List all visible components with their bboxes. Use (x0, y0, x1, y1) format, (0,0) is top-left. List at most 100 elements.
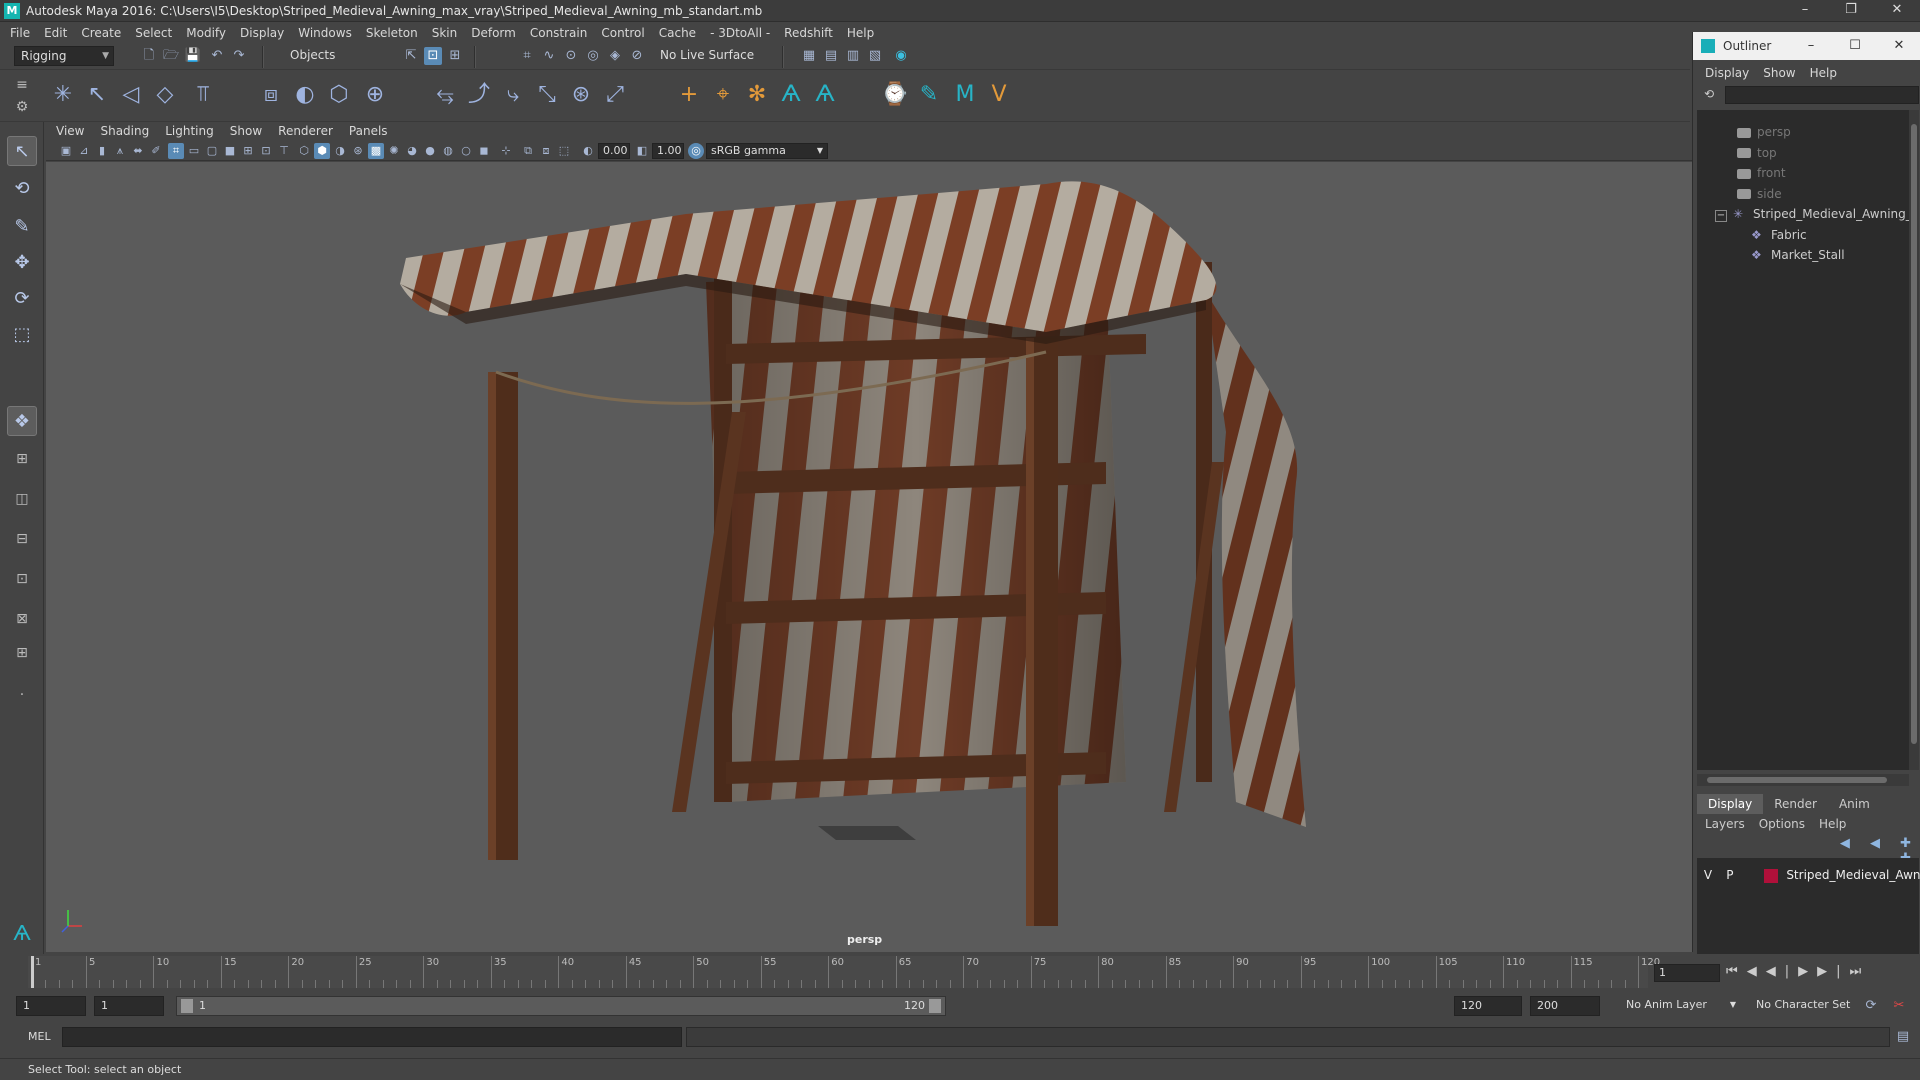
render-settings-icon[interactable]: ▦ (800, 47, 818, 65)
menu-3dtoall[interactable]: - 3DtoAll - (710, 22, 770, 44)
select-hierarchy-icon[interactable]: ⇱ (402, 47, 420, 65)
scale-tool-icon[interactable]: ⬚ (7, 320, 37, 350)
pole-vector-icon[interactable]: ⤢ (600, 80, 630, 110)
anti-aliasing-icon[interactable]: ○ (458, 143, 474, 159)
textured-icon[interactable]: ▩ (368, 143, 384, 159)
outliner-item[interactable]: − ✳ Striped_Medieval_Awning_n (1715, 204, 1919, 224)
outliner-menu-help[interactable]: Help (1810, 64, 1837, 82)
menu-help[interactable]: Help (847, 22, 874, 44)
wireframe-icon[interactable]: ⬡ (296, 143, 312, 159)
isolate-select-icon[interactable]: ⊹ (498, 143, 514, 159)
layer-action-icons[interactable]: ◀ ◀ ✚ ✚ (1813, 836, 1919, 866)
live-surface-field[interactable]: No Live Surface (654, 46, 764, 66)
depth-of-field-icon[interactable]: ◼ (476, 143, 492, 159)
outliner-item[interactable]: top (1737, 143, 1777, 163)
2d-pan-icon[interactable]: ⬌ (130, 143, 146, 159)
snap-view-icon[interactable]: ◎ (584, 47, 602, 65)
range-end-handle[interactable] (929, 999, 941, 1013)
layer-color-swatch[interactable] (1764, 868, 1779, 883)
mel-label[interactable]: MEL (6, 1028, 58, 1046)
outliner-hscroll[interactable] (1697, 774, 1909, 786)
quick-rig-icon[interactable]: ✎ (914, 80, 944, 110)
gamma-field[interactable]: 1.00 (652, 143, 684, 159)
camera-attr-icon[interactable]: ⊿ (76, 143, 92, 159)
render-frame-icon[interactable]: ▤ (822, 47, 840, 65)
film-gate-icon[interactable]: ▭ (186, 143, 202, 159)
menu-control[interactable]: Control (601, 22, 644, 44)
four-view-icon[interactable]: ⊞ (7, 448, 37, 470)
animation-start-field[interactable]: 1 (16, 996, 86, 1016)
outliner-vscroll[interactable] (1909, 110, 1919, 770)
default-material-icon[interactable]: ◑ (332, 143, 348, 159)
exposure-field[interactable]: 0.00 (598, 143, 630, 159)
viewport-persp[interactable]: persp (46, 162, 1692, 952)
scale-constraint-icon[interactable]: ⤡ (532, 80, 562, 110)
outliner-search-input[interactable] (1725, 86, 1919, 104)
interactive-bind-icon[interactable]: ◐ (290, 80, 320, 110)
undo-icon[interactable]: ↶ (208, 47, 226, 65)
orient-constraint-icon[interactable]: ⤷ (498, 80, 528, 110)
custom-layout-icon[interactable]: · (7, 684, 37, 706)
menu-create[interactable]: Create (81, 22, 121, 44)
cluster-icon[interactable]: ⊕ (360, 80, 390, 110)
snap-grid-icon[interactable]: ⌗ (518, 47, 536, 65)
menu-select[interactable]: Select (135, 22, 172, 44)
menuset-dropdown[interactable]: Rigging ▼ (14, 46, 114, 66)
snap-curve-icon[interactable]: ∿ (540, 47, 558, 65)
filter-icon[interactable]: ⟲ (1701, 87, 1717, 103)
character-set-dropdown[interactable]: No Character Set (1750, 996, 1866, 1016)
current-time-marker[interactable] (31, 956, 34, 988)
layer-tab-anim[interactable]: Anim (1828, 794, 1881, 814)
hik-icon[interactable]: Ѧ (776, 80, 806, 110)
shelf-settings-icon[interactable]: ⚙ (12, 96, 32, 118)
menu-deform[interactable]: Deform (471, 22, 516, 44)
shelf-menu-icon[interactable]: ≡ (12, 74, 32, 96)
preferences-icon[interactable]: ✂ (1890, 997, 1908, 1015)
outliner-item[interactable]: side (1737, 184, 1782, 204)
menu-file[interactable]: File (10, 22, 30, 44)
gate-mask-icon[interactable]: ■ (222, 143, 238, 159)
layer-menu-layers[interactable]: Layers (1705, 814, 1745, 834)
range-start-handle[interactable] (181, 999, 193, 1013)
color-management-icon[interactable]: ◎ (688, 143, 704, 159)
outliner-item[interactable]: persp (1737, 122, 1791, 142)
aim-constraint-icon[interactable]: ⤴ (464, 80, 494, 110)
new-scene-icon[interactable]: 🗋 (140, 47, 158, 65)
smooth-bind-icon[interactable]: ⧈ (256, 80, 286, 110)
image-plane-icon[interactable]: ⩚ (112, 143, 128, 159)
viewport-menu-shading[interactable]: Shading (100, 122, 149, 141)
single-perspective-icon[interactable]: ❖ (7, 406, 37, 436)
layer-menu-help[interactable]: Help (1819, 814, 1846, 834)
layer-menu-options[interactable]: Options (1759, 814, 1805, 834)
camera-select-icon[interactable]: ▣ (58, 143, 74, 159)
menu-windows[interactable]: Windows (298, 22, 352, 44)
lasso-tool-icon[interactable]: ⟲ (7, 174, 37, 204)
open-scene-icon[interactable]: 🗁 (162, 47, 180, 65)
rotate-tool-icon[interactable]: ⟳ (7, 284, 37, 314)
wireframe-on-shaded-icon[interactable]: ⊛ (350, 143, 366, 159)
restore-button[interactable]: ❐ (1828, 0, 1874, 22)
save-scene-icon[interactable]: 💾 (184, 47, 202, 65)
lattice-icon[interactable]: ⬡ (324, 80, 354, 110)
layout-2-icon[interactable]: ⊞ (7, 642, 37, 664)
selection-mode-dropdown[interactable]: Objects (284, 46, 384, 66)
move-tool-icon[interactable]: ✥ (7, 248, 37, 278)
snap-point-icon[interactable]: ⊙ (562, 47, 580, 65)
playback-start-field[interactable]: 1 (94, 996, 164, 1016)
viewport-menu-view[interactable]: View (56, 122, 84, 141)
menu-skin[interactable]: Skin (432, 22, 458, 44)
layer-tab-display[interactable]: Display (1697, 794, 1764, 814)
paint-weights-icon[interactable]: ✻ (742, 80, 772, 110)
persp-graph-icon[interactable]: ⊟ (7, 528, 37, 550)
auto-key-icon[interactable]: ⟳ (1862, 997, 1880, 1015)
shadows-icon[interactable]: ◕ (404, 143, 420, 159)
range-bar[interactable]: 1 120 (176, 996, 946, 1016)
outliner-item[interactable]: ❖ Market_Stall (1751, 245, 1845, 265)
persp-outliner-icon[interactable]: ◫ (7, 488, 37, 510)
lights-icon[interactable]: ✺ (386, 143, 402, 159)
v-tool-icon[interactable]: V (984, 80, 1014, 110)
hypershade-icon[interactable]: ◉ (892, 47, 910, 65)
hypershade-layout-icon[interactable]: ⊡ (7, 568, 37, 590)
viewport-menu-lighting[interactable]: Lighting (165, 122, 214, 141)
safe-action-icon[interactable]: ⊡ (258, 143, 274, 159)
